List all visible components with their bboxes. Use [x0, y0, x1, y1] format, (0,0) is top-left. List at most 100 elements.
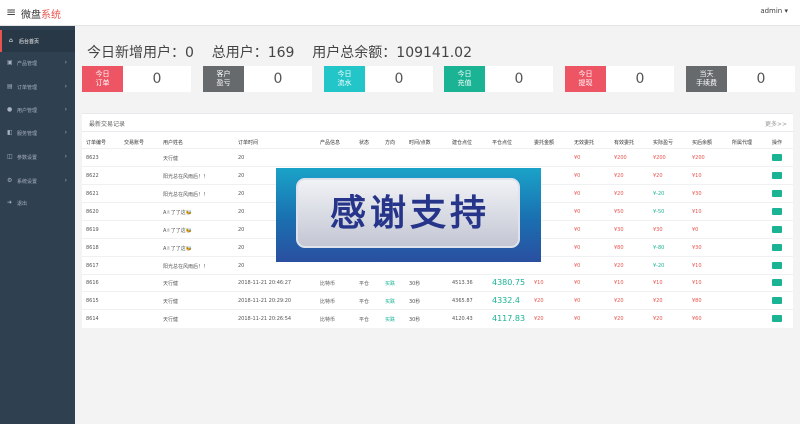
- order-time: 20: [238, 191, 245, 197]
- order-time: 20: [238, 209, 245, 215]
- entrust-amount: ¥10: [534, 280, 544, 286]
- balance-after: ¥0: [692, 227, 699, 233]
- close-price: 4332.4: [492, 296, 520, 305]
- column-header: 时间/点数: [409, 140, 431, 146]
- sidebar-item-users[interactable]: ● 用户管理 ›: [0, 99, 75, 121]
- invalid-entrust: ¥0: [574, 245, 581, 251]
- card-label: 提现: [578, 79, 593, 87]
- sidebar-item-services[interactable]: ◧ 服务管理 ›: [0, 122, 75, 144]
- card-label: 今日: [337, 70, 352, 78]
- column-header: 订单时间: [238, 140, 259, 146]
- sidebar-item-label: 后台首页: [19, 39, 40, 45]
- stat-card-customer-pnl: 客户 盈亏 0: [203, 66, 312, 92]
- valid-entrust: ¥20: [614, 173, 624, 179]
- open-price: 4365.87: [452, 298, 473, 304]
- user-name: A✌了了这🐝: [163, 210, 192, 216]
- actual-pnl: ¥20: [653, 298, 663, 304]
- invalid-entrust: ¥0: [574, 155, 581, 161]
- divider: [82, 166, 793, 167]
- balance-after: ¥10: [692, 209, 702, 215]
- view-button[interactable]: [772, 208, 782, 215]
- view-button[interactable]: [772, 244, 782, 251]
- column-header: 产品信息: [320, 140, 341, 146]
- top-bar: ≡ 微盘系统 admin ▾: [0, 0, 800, 26]
- column-header: 方向: [385, 140, 396, 146]
- view-button[interactable]: [772, 279, 782, 286]
- column-header: 实际盈亏: [653, 140, 674, 146]
- valid-entrust: ¥80: [614, 245, 624, 251]
- view-button[interactable]: [772, 190, 782, 197]
- period: 30秒: [409, 281, 421, 287]
- thanks-overlay-image: 感谢支持: [276, 168, 541, 262]
- sidebar-item-params[interactable]: ◫ 参数设置 ›: [0, 146, 75, 168]
- logout-icon: ➜: [7, 199, 13, 206]
- service-icon: ◧: [7, 129, 13, 136]
- brand-main: 微盘: [21, 10, 41, 21]
- view-button[interactable]: [772, 297, 782, 304]
- order-id: 8618: [86, 245, 99, 251]
- sidebar-item-products[interactable]: ▣ 产品管理 ›: [0, 52, 75, 74]
- sidebar-item-label: 订单管理: [17, 85, 38, 91]
- stat-card-today-fee: 当天 手续费 0: [686, 66, 795, 92]
- system-icon: ⚙: [7, 177, 13, 184]
- chevron-right-icon: ›: [64, 59, 67, 66]
- user-icon: ●: [7, 106, 13, 113]
- view-button[interactable]: [772, 226, 782, 233]
- actual-pnl: ¥10: [653, 280, 663, 286]
- order-time: 2018-11-21 20:29:20: [238, 298, 292, 304]
- invalid-entrust: ¥0: [574, 173, 581, 179]
- valid-entrust: ¥20: [614, 191, 624, 197]
- actual-pnl: ¥-20: [653, 263, 665, 269]
- column-header: 建仓点位: [452, 140, 473, 146]
- divider: [82, 274, 793, 275]
- order-time: 20: [238, 263, 245, 269]
- status: 平仓: [359, 281, 370, 287]
- card-value: 0: [394, 71, 404, 87]
- open-price: 4120.43: [452, 316, 473, 322]
- valid-entrust: ¥30: [614, 227, 624, 233]
- valid-entrust: ¥200: [614, 155, 627, 161]
- valid-entrust: ¥10: [614, 280, 624, 286]
- card-label: 当天: [699, 70, 714, 78]
- column-header: 所属代理: [732, 140, 753, 146]
- card-value: 0: [152, 71, 162, 87]
- sidebar-item-label: 用户管理: [17, 108, 38, 114]
- sidebar-item-home[interactable]: ⌂ 后台首页: [0, 30, 75, 52]
- balance-label: 用户总余额：: [312, 45, 397, 61]
- invalid-entrust: ¥0: [574, 280, 581, 286]
- balance-after: ¥30: [692, 191, 702, 197]
- user-name: 阳光总在风雨后！！: [163, 264, 209, 270]
- invalid-entrust: ¥0: [574, 191, 581, 197]
- invalid-entrust: ¥0: [574, 227, 581, 233]
- chevron-right-icon: ›: [64, 153, 67, 160]
- card-value: 0: [756, 71, 766, 87]
- direction: 买跌: [385, 281, 396, 287]
- divider: [82, 291, 793, 292]
- status: 平仓: [359, 317, 370, 323]
- sidebar-item-system[interactable]: ⚙ 系统设置 ›: [0, 170, 75, 192]
- user-menu[interactable]: admin ▾: [760, 7, 788, 15]
- card-value: 0: [514, 71, 524, 87]
- view-button[interactable]: [772, 315, 782, 322]
- more-link[interactable]: 更多>>: [765, 119, 787, 128]
- box-icon: ▣: [7, 59, 13, 66]
- card-label: 今日: [95, 70, 110, 78]
- divider: [82, 148, 793, 149]
- card-tag: 今日 提现: [565, 66, 606, 92]
- valid-entrust: ¥20: [614, 263, 624, 269]
- card-value: 0: [273, 71, 283, 87]
- direction: 买跌: [385, 317, 396, 323]
- view-button[interactable]: [772, 154, 782, 161]
- menu-icon[interactable]: ≡: [6, 5, 16, 19]
- order-time: 2018-11-21 20:46:27: [238, 280, 292, 286]
- order-icon: ▤: [7, 83, 13, 90]
- view-button[interactable]: [772, 172, 782, 179]
- divider: [82, 131, 793, 132]
- actual-pnl: ¥-80: [653, 245, 665, 251]
- view-button[interactable]: [772, 262, 782, 269]
- sidebar-item-logout[interactable]: ➜ 退出: [0, 192, 75, 214]
- product-info: 比特币: [320, 299, 336, 305]
- chevron-right-icon: ›: [64, 83, 67, 90]
- order-time: 2018-11-21 20:26:54: [238, 316, 292, 322]
- sidebar-item-orders[interactable]: ▤ 订单管理 ›: [0, 76, 75, 98]
